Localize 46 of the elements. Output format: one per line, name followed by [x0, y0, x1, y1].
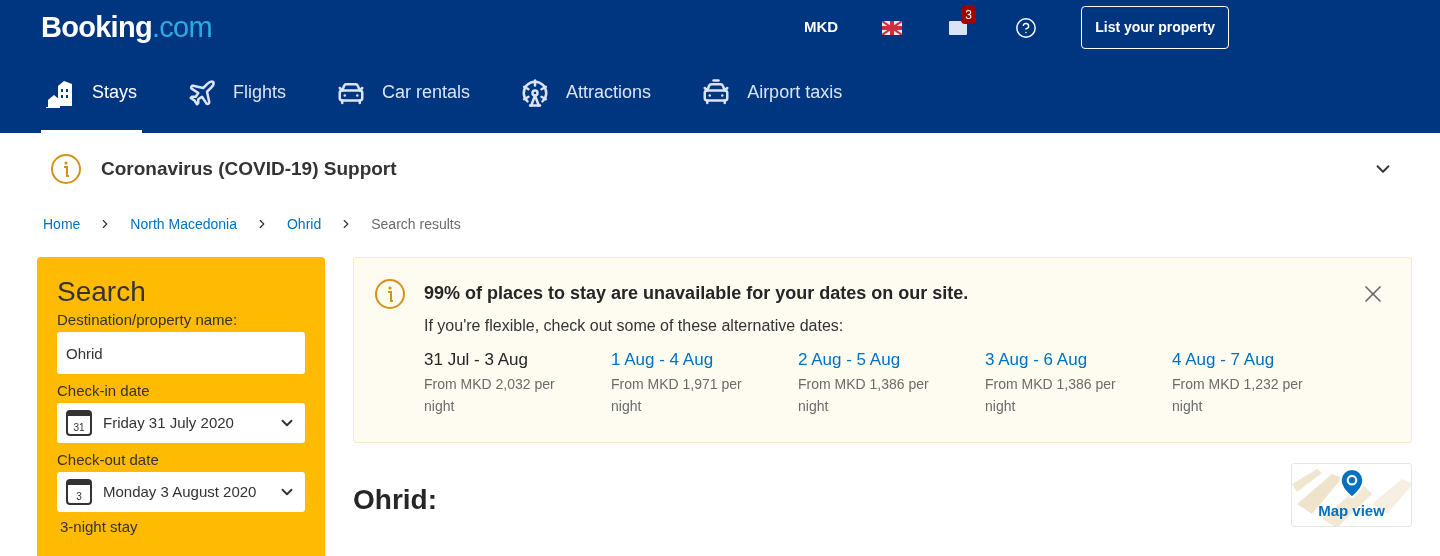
field-label: Check-out date	[57, 451, 160, 469]
covid-banner[interactable]: Coronavirus (COVID-19) Support	[0, 133, 1440, 205]
stay-length: 3-night stay	[60, 518, 139, 536]
date-range-link[interactable]: 3 Aug - 6 Aug	[985, 347, 1088, 373]
date-range: 31 Jul - 3 Aug	[424, 349, 528, 371]
list-property-button[interactable]: List your property	[1081, 6, 1229, 49]
field-label: Check-in date	[57, 382, 151, 400]
date-range-link[interactable]: 4 Aug - 7 Aug	[1172, 347, 1275, 373]
field-label: Destination/property name:	[57, 311, 239, 329]
breadcrumb-link[interactable]: Home	[43, 213, 81, 235]
nav-tab[interactable]: Stays	[41, 55, 143, 133]
map-view-button[interactable]: Map view	[1291, 463, 1412, 527]
date-price: From MKD 1,386 per night	[798, 374, 930, 416]
currency-button[interactable]: MKD	[804, 16, 839, 39]
help-icon[interactable]	[1015, 16, 1038, 39]
breadcrumb-link[interactable]: North Macedonia	[130, 213, 237, 235]
nav-tab[interactable]: Car rentals	[331, 55, 476, 133]
flag-icon[interactable]	[882, 20, 903, 35]
date-range-link[interactable]: 2 Aug - 5 Aug	[798, 347, 901, 373]
airplane-icon	[187, 77, 218, 108]
date-value: Friday 31 July 2020	[103, 412, 234, 433]
nav-tab[interactable]: Airport taxis	[696, 55, 848, 133]
breadcrumb-current: Search results	[371, 214, 461, 234]
date-price: From MKD 1,386 per night	[985, 374, 1117, 416]
date-price: From MKD 1,232 per night	[1172, 374, 1304, 416]
date-price: From MKD 2,032 per night	[424, 374, 556, 416]
checkin-date-select[interactable]: 31 Friday 31 July 2020	[57, 403, 305, 443]
info-icon	[374, 278, 406, 310]
date-value: Monday 3 August 2020	[103, 481, 257, 502]
logo[interactable]: Booking.com	[41, 5, 212, 50]
calendar-day: 31	[73, 423, 85, 433]
calendar-day: 3	[76, 492, 82, 502]
results-heading: Ohrid:	[353, 483, 437, 517]
notification-badge: 3	[961, 5, 976, 24]
breadcrumb-link[interactable]: Ohrid	[287, 213, 322, 235]
nav-tab[interactable]: Flights	[182, 55, 292, 133]
date-price: From MKD 1,971 per night	[611, 374, 743, 416]
alert-subtitle: If you're flexible, check out some of these alternative dates:	[424, 316, 845, 336]
destination-input[interactable]: Ohrid	[57, 332, 305, 374]
checkout-date-select[interactable]: 3 Monday 3 August 2020	[57, 472, 305, 512]
info-icon	[50, 153, 82, 185]
alert-title: 99% of places to stay are unavailable for your dates on our site.	[424, 282, 970, 305]
date-range-link[interactable]: 1 Aug - 4 Aug	[611, 347, 714, 373]
nav-tab[interactable]: Attractions	[515, 55, 657, 133]
search-panel-title: Search	[57, 275, 147, 309]
covid-banner-title: Coronavirus (COVID-19) Support	[101, 156, 397, 181]
